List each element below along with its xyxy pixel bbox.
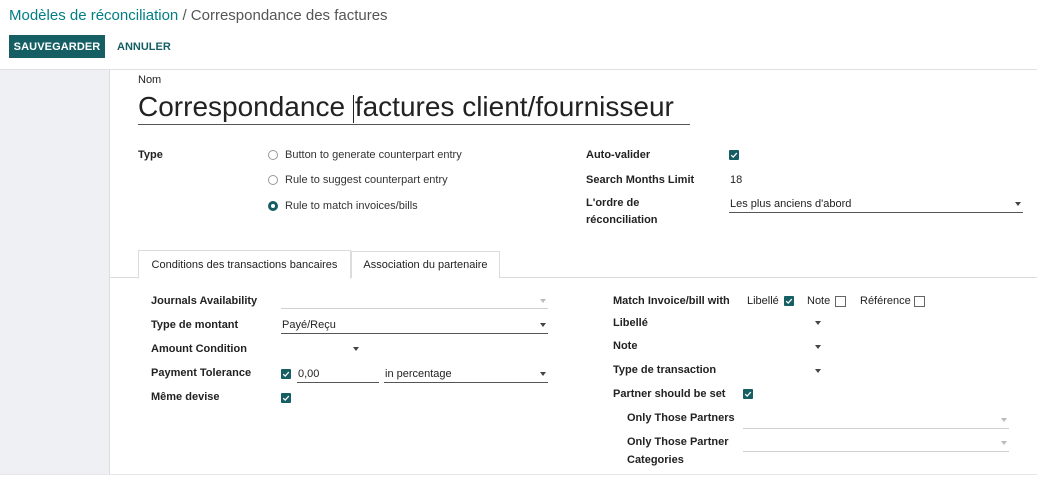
checkmark-icon xyxy=(730,152,738,158)
amount-condition-label: Amount Condition xyxy=(151,343,247,355)
name-text-before: Correspondance xyxy=(138,91,353,122)
order-label-line2: réconciliation xyxy=(586,214,658,226)
breadcrumb: Modèles de réconciliation / Correspondan… xyxy=(9,7,388,24)
match-libelle-label: Libellé xyxy=(747,295,779,307)
caret-down-icon xyxy=(1001,417,1007,422)
type-option-label: Button to generate counterpart entry xyxy=(285,149,462,161)
match-libelle-checkbox[interactable] xyxy=(784,296,794,306)
caret-down-icon xyxy=(540,322,546,327)
type-option-suggest[interactable]: Rule to suggest counterpart entry xyxy=(268,174,448,186)
breadcrumb-separator: / xyxy=(182,7,187,24)
tab-partner-association[interactable]: Association du partenaire xyxy=(351,251,500,278)
amount-type-select[interactable]: Payé/Reçu xyxy=(281,316,548,334)
match-note-label: Note xyxy=(807,295,831,307)
breadcrumb-parent-link[interactable]: Modèles de réconciliation xyxy=(9,7,178,24)
search-months-label: Search Months Limit xyxy=(586,174,695,186)
tolerance-label: Payment Tolerance xyxy=(151,367,252,379)
auto-validate-checkbox[interactable] xyxy=(729,150,739,160)
journals-label: Journals Availability xyxy=(151,295,258,307)
search-months-value[interactable]: 18 xyxy=(730,174,742,186)
match-note-checkbox[interactable] xyxy=(835,296,846,307)
tolerance-value: 0,00 xyxy=(298,367,320,380)
caret-down-icon xyxy=(815,369,821,373)
checkmark-icon xyxy=(282,395,290,401)
checkmark-icon xyxy=(785,298,793,304)
tab-bank-conditions[interactable]: Conditions des transactions bancaires xyxy=(138,250,351,279)
caret-down-icon xyxy=(1015,201,1021,206)
tolerance-input[interactable]: 0,00 xyxy=(297,365,379,383)
radio-selected-icon[interactable] xyxy=(268,201,278,211)
order-select[interactable]: Les plus anciens d'abord xyxy=(729,195,1023,213)
amount-type-label: Type de montant xyxy=(151,319,239,331)
note-label: Note xyxy=(613,340,638,352)
breadcrumb-current: Correspondance des factures xyxy=(190,7,388,24)
match-reference-checkbox[interactable] xyxy=(914,296,925,307)
note-select[interactable] xyxy=(743,339,823,355)
name-label: Nom xyxy=(138,74,162,86)
journals-select[interactable] xyxy=(281,293,548,309)
type-option-label: Rule to suggest counterpart entry xyxy=(285,174,448,186)
same-currency-label: Même devise xyxy=(151,391,220,403)
radio-icon[interactable] xyxy=(268,150,278,160)
partner-set-checkbox[interactable] xyxy=(743,389,753,399)
cancel-button[interactable]: ANNULER xyxy=(117,35,171,58)
left-gutter xyxy=(0,70,109,474)
transaction-type-label: Type de transaction xyxy=(613,364,717,376)
caret-down-icon xyxy=(540,298,546,303)
checkmark-icon xyxy=(744,391,752,397)
caret-down-icon xyxy=(815,345,821,349)
name-input[interactable]: Correspondance factures client/fournisse… xyxy=(138,89,690,125)
amount-condition-select[interactable] xyxy=(281,341,361,357)
text-caret xyxy=(352,94,354,123)
type-option-button[interactable]: Button to generate counterpart entry xyxy=(268,149,462,161)
libelle-select[interactable] xyxy=(743,315,823,331)
only-partners-select[interactable] xyxy=(743,411,1009,429)
amount-type-value: Payé/Reçu xyxy=(282,318,336,331)
tolerance-unit-select[interactable]: in percentage xyxy=(384,365,548,383)
only-categories-label-line1: Only Those Partner xyxy=(627,436,729,448)
order-label-line1: L'ordre de xyxy=(586,197,640,209)
tolerance-unit-value: in percentage xyxy=(385,367,452,380)
radio-icon[interactable] xyxy=(268,175,278,185)
caret-down-icon xyxy=(815,321,821,325)
checkmark-icon xyxy=(282,371,290,377)
toolbar-divider xyxy=(0,69,1037,70)
type-option-match[interactable]: Rule to match invoices/bills xyxy=(268,200,418,212)
only-categories-label-line2: Categories xyxy=(627,454,684,466)
tolerance-checkbox[interactable] xyxy=(281,369,291,379)
type-option-label: Rule to match invoices/bills xyxy=(285,200,418,212)
same-currency-checkbox[interactable] xyxy=(281,393,291,403)
sheet-border xyxy=(109,70,110,474)
type-label: Type xyxy=(138,149,163,161)
auto-validate-label: Auto-valider xyxy=(586,149,651,161)
caret-down-icon xyxy=(540,371,546,376)
only-categories-select[interactable] xyxy=(743,434,1009,452)
caret-down-icon xyxy=(1001,440,1007,445)
match-with-label: Match Invoice/bill with xyxy=(613,295,730,307)
transaction-type-select[interactable] xyxy=(743,363,823,379)
name-text-after: factures client/fournisseur xyxy=(354,91,674,122)
partner-set-label: Partner should be set xyxy=(613,388,726,400)
save-button[interactable]: SAUVEGARDER xyxy=(9,35,105,58)
order-select-value: Les plus anciens d'abord xyxy=(730,197,852,210)
caret-down-icon xyxy=(353,347,359,351)
sheet-bottom-border xyxy=(0,474,1037,475)
libelle-label: Libellé xyxy=(613,317,648,329)
match-reference-label: Référence xyxy=(860,295,911,307)
only-partners-label: Only Those Partners xyxy=(627,412,735,424)
